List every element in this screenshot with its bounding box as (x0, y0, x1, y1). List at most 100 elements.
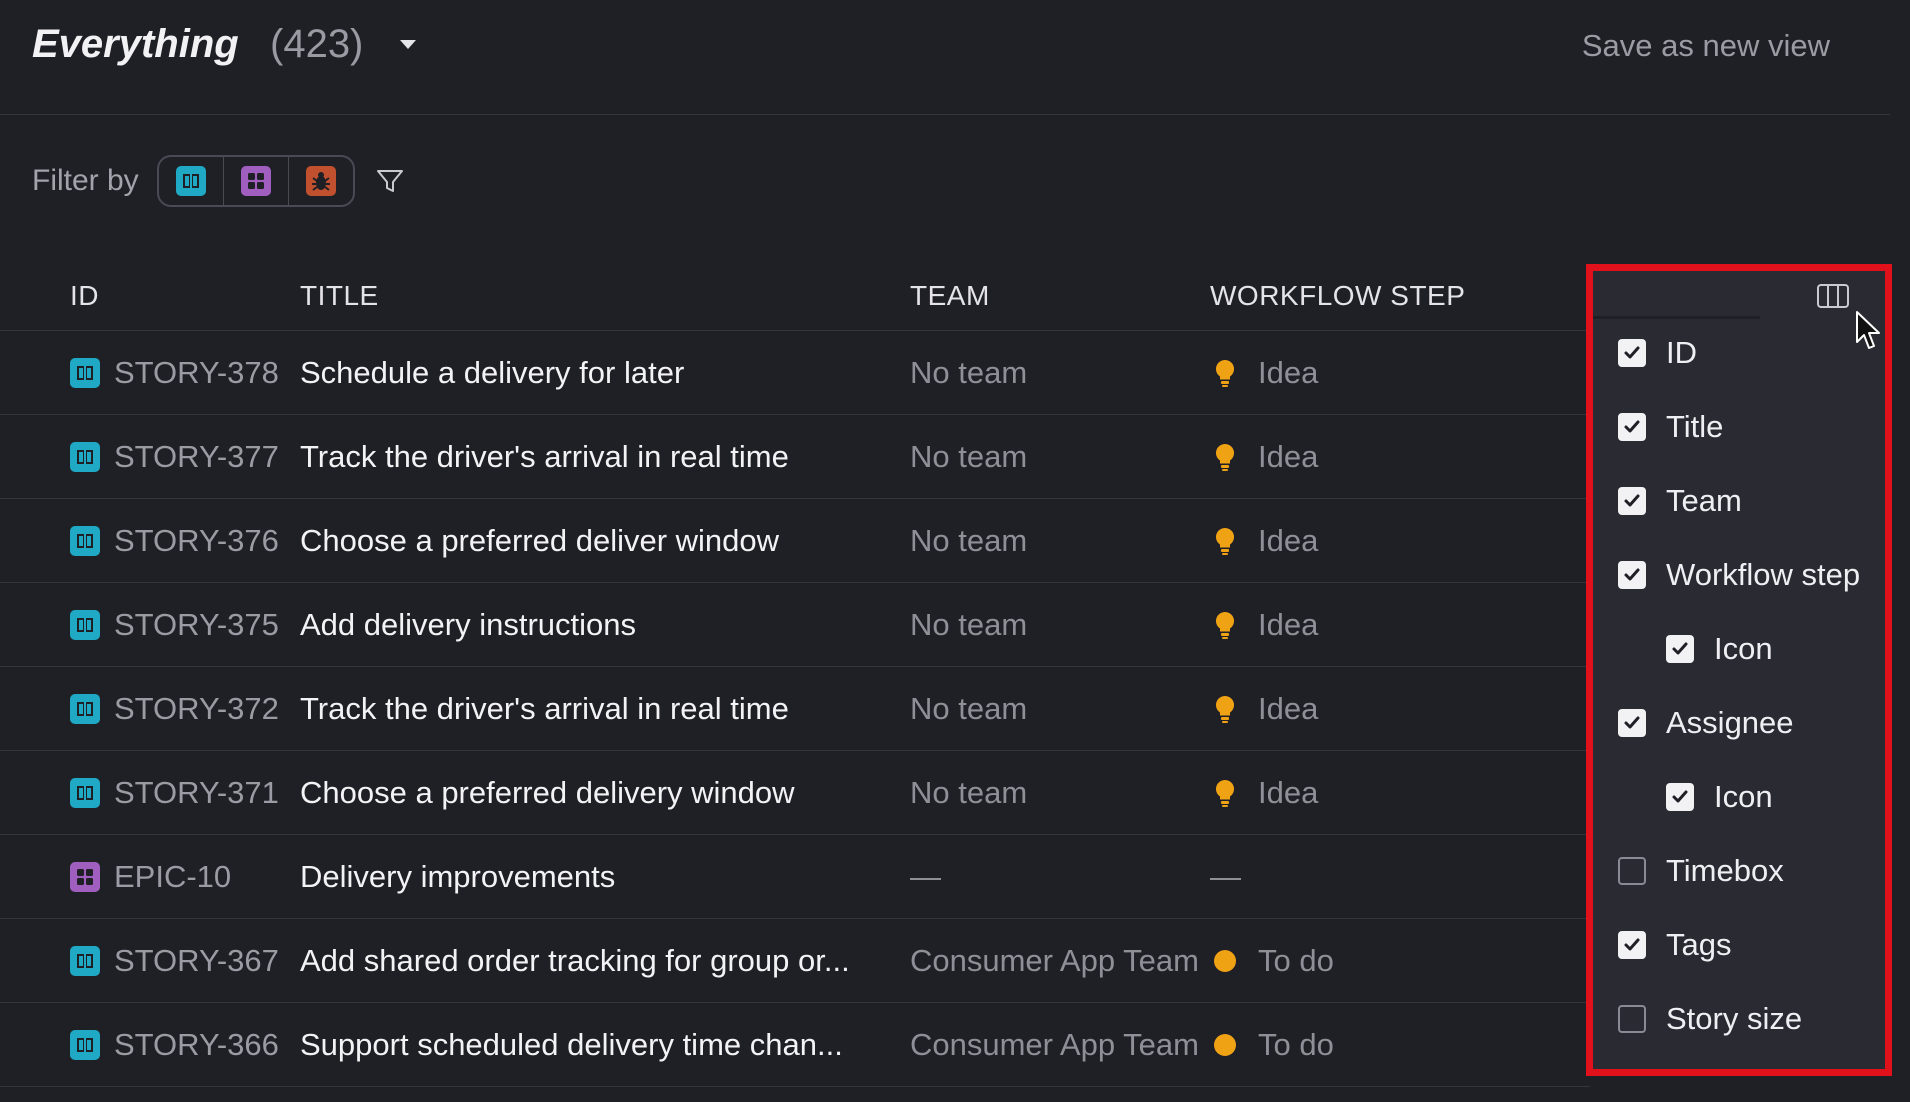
table-row[interactable]: STORY-377 Track the driver's arrival in r… (0, 415, 1590, 499)
column-option-label: ID (1666, 335, 1697, 370)
item-id[interactable]: STORY-372 (114, 691, 279, 727)
item-id[interactable]: STORY-375 (114, 607, 279, 643)
filter-story-button[interactable] (159, 157, 224, 205)
checkbox-checked-icon[interactable] (1666, 635, 1694, 663)
table-row[interactable]: STORY-371 Choose a preferred delivery win… (0, 751, 1590, 835)
column-option-label: Title (1666, 409, 1724, 444)
story-icon (70, 609, 100, 640)
items-table: ID TITLE TEAM WORKFLOW STEP STORY-378 Sch… (0, 262, 1590, 1087)
checkbox-checked-icon[interactable] (1618, 487, 1646, 515)
column-option-tags[interactable]: Tags (1590, 908, 1890, 982)
table-row[interactable]: STORY-378 Schedule a delivery for later No… (0, 331, 1590, 415)
column-option-label: Icon (1714, 631, 1773, 666)
workflow-step-label: Idea (1258, 522, 1319, 558)
item-team: Consumer App Team (910, 1026, 1199, 1062)
checkbox-unchecked-icon[interactable] (1618, 857, 1646, 885)
chevron-down-icon[interactable] (400, 40, 416, 49)
story-icon (70, 441, 100, 472)
workflow-step-label: Idea (1258, 438, 1319, 474)
item-team: — (910, 858, 941, 894)
item-title[interactable]: Track the driver's arrival in real time (300, 439, 900, 475)
checkbox-checked-icon[interactable] (1618, 339, 1646, 367)
item-team: Consumer App Team (910, 942, 1199, 978)
column-option-assignee[interactable]: Assignee (1590, 686, 1890, 760)
item-team: No team (910, 522, 1028, 558)
checkbox-checked-icon[interactable] (1618, 413, 1646, 441)
column-option-id[interactable]: ID (1590, 316, 1890, 390)
item-id[interactable]: STORY-371 (114, 775, 279, 811)
checkbox-checked-icon[interactable] (1666, 783, 1694, 811)
column-option-label: Story size (1666, 1001, 1803, 1036)
workflow-step-label: To do (1258, 1026, 1334, 1062)
column-picker-panel: ID Title Team Workflow step Icon Assignee Icon… (1590, 264, 1890, 1076)
column-option-label: Timebox (1666, 853, 1784, 888)
item-title[interactable]: Support scheduled delivery time chan... (300, 1027, 900, 1063)
workflow-step-label: To do (1258, 942, 1334, 978)
item-team: No team (910, 354, 1028, 390)
save-as-new-view-button[interactable]: Save as new view (1582, 28, 1830, 64)
column-header-title[interactable]: TITLE (300, 280, 900, 312)
status-dot-icon (1210, 1030, 1240, 1060)
table-row[interactable]: STORY-375 Add delivery instructions No tea… (0, 583, 1590, 667)
story-icon (175, 166, 206, 196)
id-cell: STORY-366 (0, 1027, 300, 1063)
item-workflow-step: Idea (1210, 355, 1530, 391)
item-title[interactable]: Delivery improvements (300, 859, 900, 895)
checkbox-checked-icon[interactable] (1618, 709, 1646, 737)
item-title[interactable]: Schedule a delivery for later (300, 355, 900, 391)
story-icon (70, 693, 100, 724)
item-workflow-step: To do (1210, 943, 1530, 979)
table-row[interactable]: EPIC-10 Delivery improvements — — (0, 835, 1590, 919)
item-title[interactable]: Add shared order tracking for group or..… (300, 943, 900, 979)
story-icon (70, 777, 100, 808)
view-count: (423) (270, 22, 364, 66)
type-filter-group (156, 155, 355, 207)
column-header-team[interactable]: TEAM (900, 280, 1210, 312)
checkbox-unchecked-icon[interactable] (1618, 1005, 1646, 1033)
table-row[interactable]: STORY-366 Support scheduled delivery time… (0, 1003, 1590, 1087)
column-option-team[interactable]: Team (1590, 464, 1890, 538)
id-cell: STORY-372 (0, 691, 300, 727)
column-option-title[interactable]: Title (1590, 390, 1890, 464)
checkbox-checked-icon[interactable] (1618, 931, 1646, 959)
item-id[interactable]: STORY-377 (114, 439, 279, 475)
column-option-label: Team (1666, 483, 1742, 518)
item-id[interactable]: STORY-376 (114, 523, 279, 559)
checkbox-checked-icon[interactable] (1618, 561, 1646, 589)
lightbulb-icon (1210, 610, 1240, 640)
column-option-story-size[interactable]: Story size (1590, 982, 1890, 1056)
table-row[interactable]: STORY-372 Track the driver's arrival in r… (0, 667, 1590, 751)
column-header-id[interactable]: ID (0, 280, 300, 312)
story-icon (70, 945, 100, 976)
item-team: No team (910, 438, 1028, 474)
column-option-icon[interactable]: Icon (1590, 760, 1890, 834)
item-team: No team (910, 774, 1028, 810)
item-title[interactable]: Choose a preferred delivery window (300, 775, 900, 811)
item-title[interactable]: Choose a preferred deliver window (300, 523, 900, 559)
lightbulb-icon (1210, 526, 1240, 556)
table-row[interactable]: STORY-376 Choose a preferred deliver wind… (0, 499, 1590, 583)
column-option-icon[interactable]: Icon (1590, 612, 1890, 686)
filter-bug-button[interactable] (289, 157, 353, 205)
item-team: No team (910, 690, 1028, 726)
table-row[interactable]: STORY-367 Add shared order tracking for g… (0, 919, 1590, 1003)
item-id[interactable]: STORY-366 (114, 1027, 279, 1063)
column-option-timebox[interactable]: Timebox (1590, 834, 1890, 908)
workflow-step-label: Idea (1258, 354, 1319, 390)
item-id[interactable]: EPIC-10 (114, 859, 231, 895)
id-cell: STORY-378 (0, 355, 300, 391)
columns-icon[interactable] (1816, 282, 1850, 310)
column-option-label: Workflow step (1666, 557, 1861, 592)
column-header-workflow-step[interactable]: WORKFLOW STEP (1210, 280, 1530, 312)
epic-icon (70, 861, 100, 892)
item-id[interactable]: STORY-367 (114, 943, 279, 979)
epic-icon (240, 166, 271, 196)
item-id[interactable]: STORY-378 (114, 355, 279, 391)
item-title[interactable]: Add delivery instructions (300, 607, 900, 643)
view-title[interactable]: Everything (32, 22, 239, 67)
filter-funnel-icon[interactable] (375, 166, 405, 196)
id-cell: STORY-377 (0, 439, 300, 475)
filter-epic-button[interactable] (224, 157, 289, 205)
item-title[interactable]: Track the driver's arrival in real time (300, 691, 900, 727)
column-option-workflow-step[interactable]: Workflow step (1590, 538, 1890, 612)
